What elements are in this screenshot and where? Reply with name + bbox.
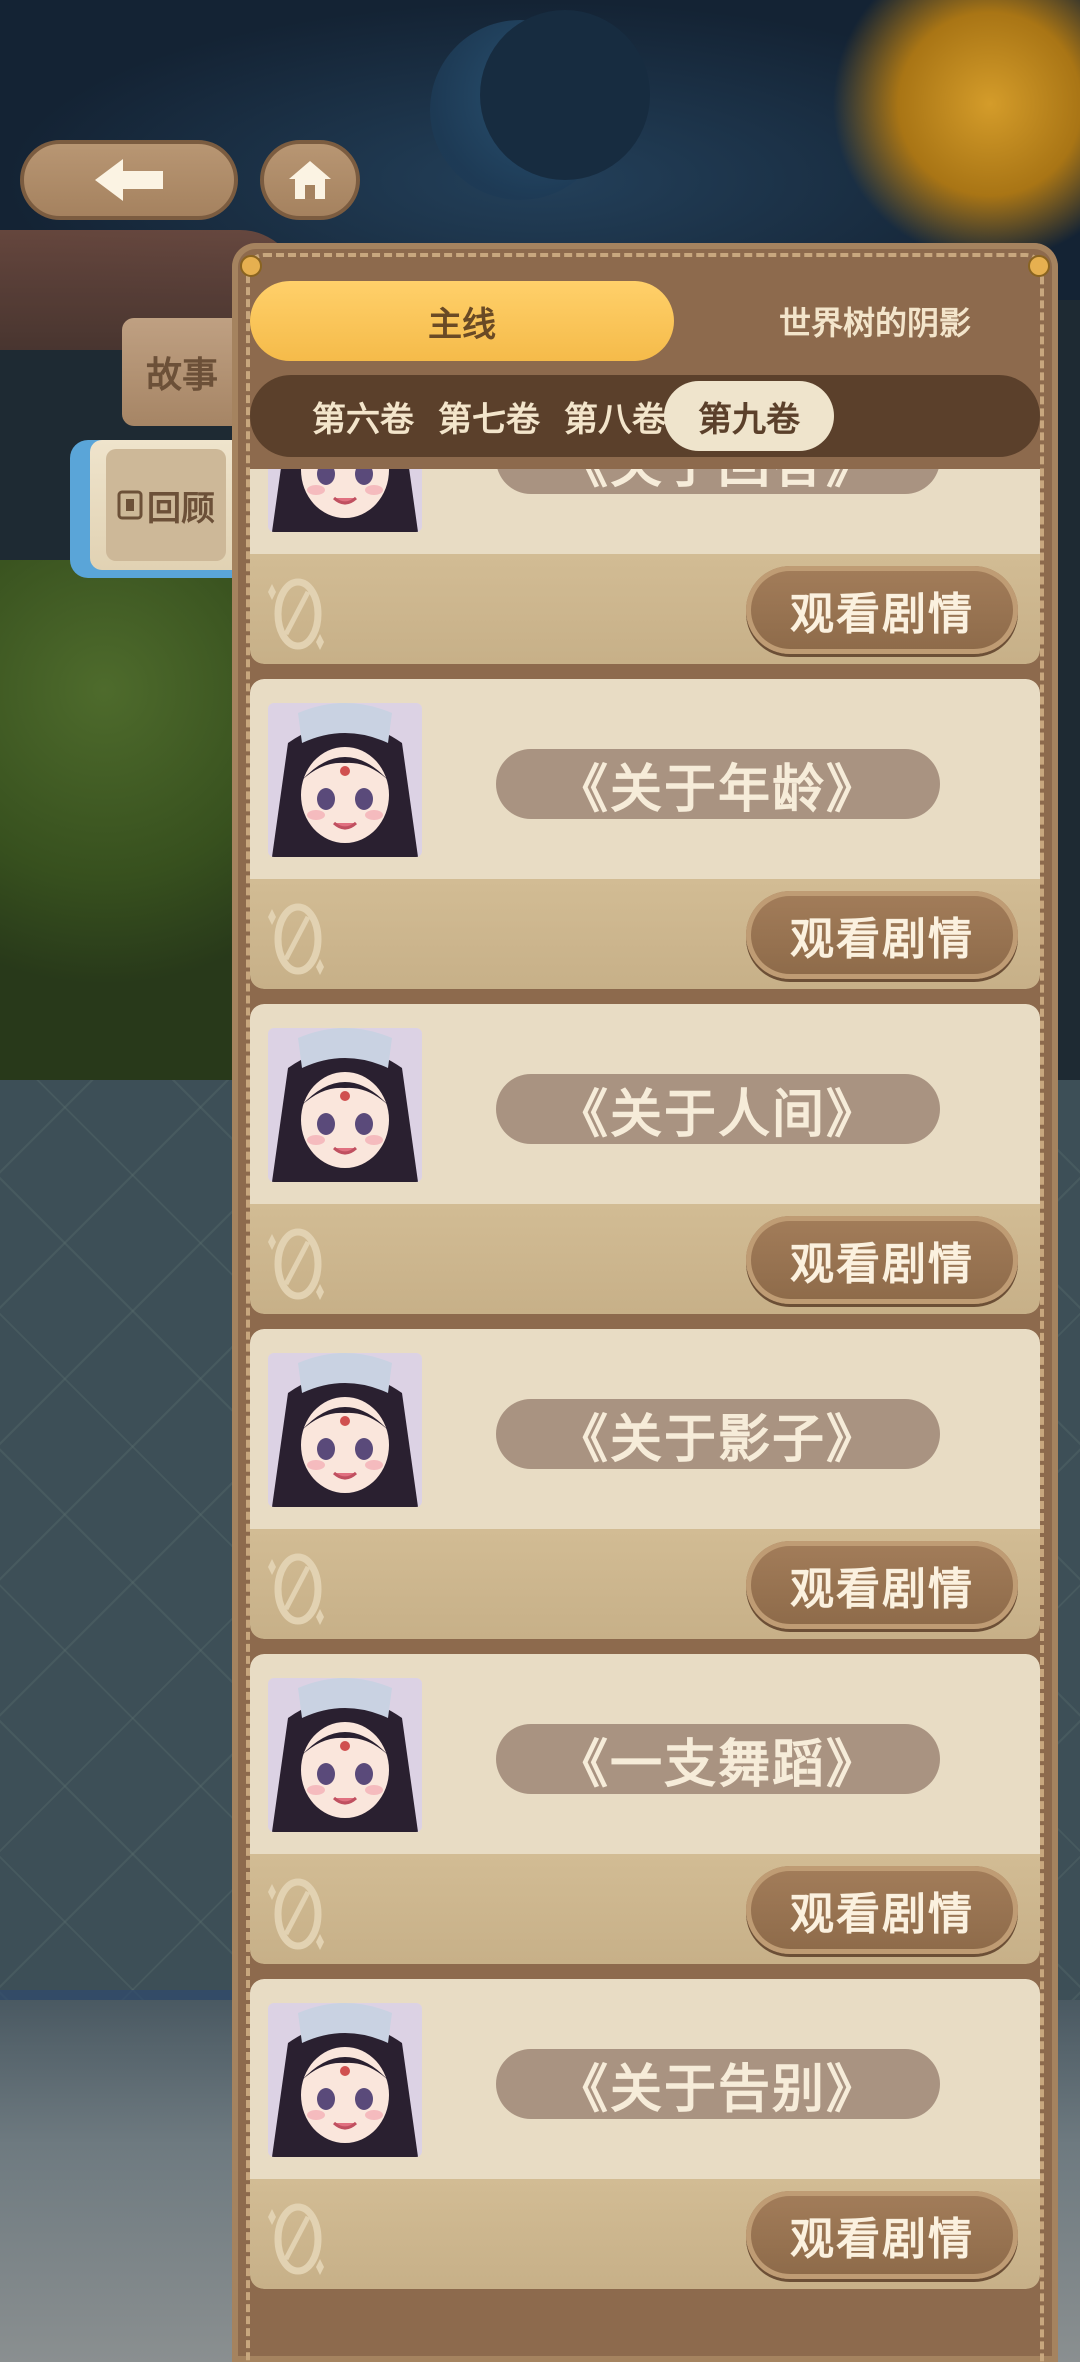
side-tab-story[interactable]: 故事	[122, 318, 242, 426]
feather-icon	[268, 578, 324, 650]
side-tab-review-inner: 回顾	[106, 449, 226, 561]
episode-title: 《关于人间》	[496, 1074, 940, 1145]
episode-card-footer: 观看剧情	[250, 1854, 1040, 1964]
character-portrait-art	[268, 1028, 422, 1182]
home-button[interactable]	[260, 140, 360, 220]
episode-card-footer: 观看剧情	[250, 879, 1040, 989]
character-portrait-art	[268, 1353, 422, 1507]
episode-card-header: 《关于回答》	[250, 469, 1040, 554]
side-tab-review[interactable]: 回顾	[90, 440, 242, 570]
episode-card: 《关于人间》 观看剧情	[250, 1004, 1040, 1314]
feather-icon	[268, 1878, 324, 1950]
character-portrait	[268, 1678, 422, 1832]
episode-card-header: 《关于影子》	[250, 1329, 1040, 1529]
golden-tree	[780, 0, 1080, 260]
episode-card: 《关于告别》 观看剧情	[250, 1979, 1040, 2289]
side-tab-story-label: 故事	[145, 355, 218, 396]
watch-story-button[interactable]: 观看剧情	[746, 2191, 1018, 2279]
rivet	[240, 255, 262, 277]
character-portrait	[268, 2003, 422, 2157]
volume-label: 第六卷	[312, 399, 414, 440]
feather-icon	[268, 1228, 324, 1300]
character-portrait	[268, 469, 422, 532]
episode-card: 《一支舞蹈》 观看剧情	[250, 1654, 1040, 1964]
episode-title: 《关于回答》	[496, 469, 940, 495]
episode-list-inner: 《关于回答》 观看剧情	[250, 469, 1040, 2304]
film-icon	[117, 490, 143, 520]
tab-volume-9[interactable]: 第九卷	[664, 381, 834, 451]
volume-tabs: 第六卷 第七卷 第八卷 第九卷	[250, 375, 1040, 457]
watch-story-button[interactable]: 观看剧情	[746, 891, 1018, 979]
character-portrait-art	[268, 469, 422, 532]
episode-card-header: 《关于告别》	[250, 1979, 1040, 2179]
character-portrait-art	[268, 703, 422, 857]
arrow-left-icon	[95, 159, 163, 201]
garden-area	[0, 560, 260, 1080]
character-portrait	[268, 703, 422, 857]
episode-card: 《关于年龄》 观看剧情	[250, 679, 1040, 989]
character-portrait	[268, 1353, 422, 1507]
episode-card-footer: 观看剧情	[250, 1529, 1040, 1639]
feather-icon	[268, 903, 324, 975]
back-button[interactable]	[20, 140, 238, 220]
volume-label: 第九卷	[698, 399, 800, 440]
episode-card-header: 《关于人间》	[250, 1004, 1040, 1204]
home-icon	[289, 161, 331, 199]
volume-label: 第八卷	[564, 399, 666, 440]
watch-story-button[interactable]: 观看剧情	[746, 1541, 1018, 1629]
episode-card: 《关于影子》 观看剧情	[250, 1329, 1040, 1639]
episode-list[interactable]: 《关于回答》 观看剧情	[250, 469, 1040, 2362]
episode-card-footer: 观看剧情	[250, 2179, 1040, 2289]
story-type-tabs: 主线 世界树的阴影	[250, 281, 1040, 361]
story-review-panel: 主线 世界树的阴影 第六卷 第七卷 第八卷 第九卷 观看剧情 《关于年龄》 观看…	[232, 243, 1058, 2362]
episode-card-header: 《关于年龄》	[250, 679, 1040, 879]
character-portrait-art	[268, 2003, 422, 2157]
watch-story-button[interactable]: 观看剧情	[746, 1216, 1018, 1304]
rivet	[1028, 255, 1050, 277]
tab-world-tree[interactable]: 世界树的阴影	[710, 281, 1040, 361]
feather-icon	[268, 1553, 324, 1625]
episode-title: 《关于影子》	[496, 1399, 940, 1470]
watch-story-button[interactable]: 观看剧情	[746, 566, 1018, 654]
watch-story-button[interactable]: 观看剧情	[746, 1866, 1018, 1954]
tab-main-story[interactable]: 主线	[250, 281, 674, 361]
episode-card-header: 《一支舞蹈》	[250, 1654, 1040, 1854]
episode-card-footer: 观看剧情	[250, 554, 1040, 664]
episode-card-footer: 观看剧情	[250, 1204, 1040, 1314]
character-portrait	[268, 1028, 422, 1182]
episode-title: 《一支舞蹈》	[496, 1724, 940, 1795]
side-tab-review-label: 回顾	[147, 488, 215, 529]
volume-label: 第七卷	[438, 399, 540, 440]
character-portrait-art	[268, 1678, 422, 1832]
episode-title: 《关于年龄》	[496, 749, 940, 820]
feather-icon	[268, 2203, 324, 2275]
tab-main-story-label: 主线	[428, 304, 496, 345]
moon-shadow	[480, 10, 650, 180]
episode-card: 《关于回答》 观看剧情	[250, 469, 1040, 664]
episode-title: 《关于告别》	[496, 2049, 940, 2120]
tab-world-tree-label: 世界树的阴影	[778, 304, 971, 342]
